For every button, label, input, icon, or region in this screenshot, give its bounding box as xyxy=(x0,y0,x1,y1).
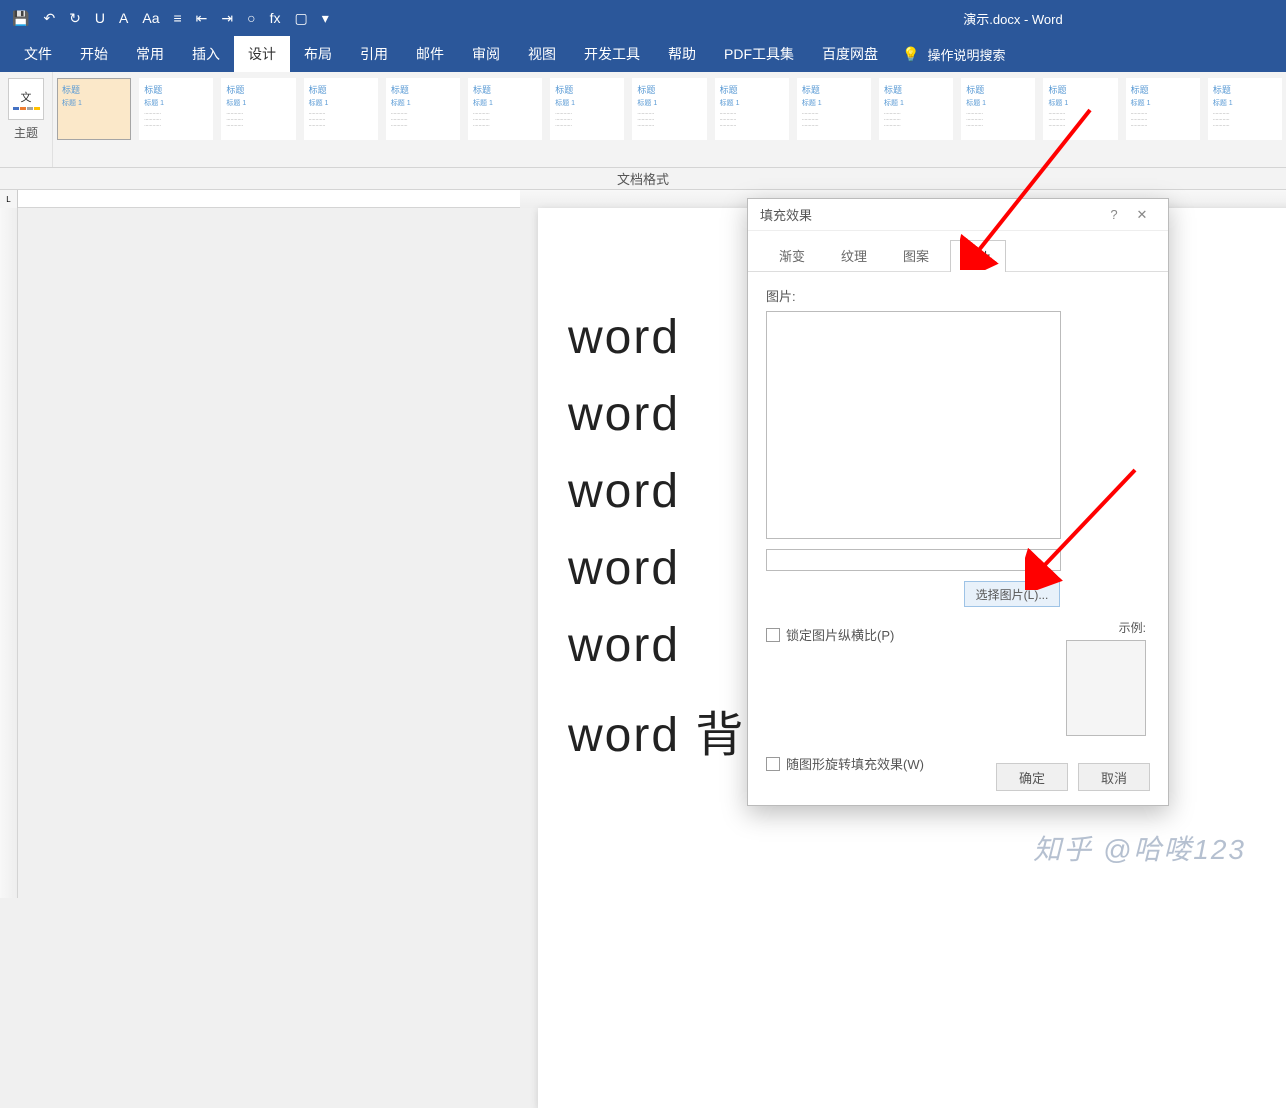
indent-icon[interactable]: ⇥ xyxy=(221,10,233,27)
tab-baidu[interactable]: 百度网盘 xyxy=(808,36,892,72)
picture-name-field[interactable] xyxy=(766,549,1061,571)
dialog-tab-texture[interactable]: 纹理 xyxy=(826,239,882,271)
style-thumb[interactable]: 标题标题 1..................................… xyxy=(879,78,953,140)
style-thumb[interactable]: 标题标题 1..................................… xyxy=(139,78,213,140)
tell-me-search[interactable]: 💡 操作说明搜索 xyxy=(902,36,1005,72)
cancel-button[interactable]: 取消 xyxy=(1078,763,1150,791)
style-thumb[interactable]: 标题标题 1..................................… xyxy=(468,78,542,140)
vertical-ruler[interactable] xyxy=(0,208,18,898)
dialog-tabs: 渐变 纹理 图案 图片 xyxy=(748,231,1168,272)
ruler-corner: L xyxy=(0,190,18,208)
checkbox-icon[interactable] xyxy=(766,757,780,771)
underline-icon[interactable]: U xyxy=(95,10,105,26)
watermark-text: 知乎 @哈喽123 xyxy=(1033,828,1246,868)
tab-review[interactable]: 审阅 xyxy=(458,36,514,72)
dialog-tab-picture[interactable]: 图片 xyxy=(950,240,1006,272)
tab-home[interactable]: 开始 xyxy=(66,36,122,72)
change-case-icon[interactable]: Aa xyxy=(142,10,159,26)
style-thumb[interactable]: 标题标题 1..................................… xyxy=(386,78,460,140)
quick-access-toolbar: 💾 ↶ ↻ U A Aa ≡ ⇤ ⇥ ○ fx ▢ ▾ xyxy=(0,10,341,27)
style-thumb-selected[interactable]: 标题 标题 1 xyxy=(57,78,131,140)
picture-preview-box xyxy=(766,311,1061,539)
dialog-footer: 确定 取消 xyxy=(996,763,1150,791)
sample-label: 示例: xyxy=(1066,619,1146,636)
dialog-close-button[interactable]: ✕ xyxy=(1128,207,1156,223)
tab-file[interactable]: 文件 xyxy=(10,36,66,72)
dialog-tab-pattern[interactable]: 图案 xyxy=(888,239,944,271)
document-styles-gallery[interactable]: 标题 标题 1 标题标题 1..........................… xyxy=(53,72,1286,167)
tab-developer[interactable]: 开发工具 xyxy=(570,36,654,72)
tab-pdf[interactable]: PDF工具集 xyxy=(710,36,808,72)
dialog-tab-gradient[interactable]: 渐变 xyxy=(764,239,820,271)
ribbon-content: 文 主题 标题 标题 1 标题标题 1.....................… xyxy=(0,72,1286,168)
style-thumb[interactable]: 标题标题 1..................................… xyxy=(304,78,378,140)
fill-effects-dialog: 填充效果 ? ✕ 渐变 纹理 图案 图片 图片: 选择图片(L)... 锁定图片… xyxy=(747,198,1169,806)
style-thumb[interactable]: 标题标题 1..................................… xyxy=(550,78,624,140)
tab-references[interactable]: 引用 xyxy=(346,36,402,72)
style-thumb[interactable]: 标题标题 1..................................… xyxy=(632,78,706,140)
style-thumb[interactable]: 标题标题 1..................................… xyxy=(1043,78,1117,140)
font-color-icon[interactable]: A xyxy=(119,10,128,26)
style-thumb[interactable]: 标题标题 1..................................… xyxy=(715,78,789,140)
dialog-body: 图片: 选择图片(L)... 锁定图片纵横比(P) 示例: 随图形旋转填充效果(… xyxy=(748,272,1168,787)
style-thumb[interactable]: 标题标题 1..................................… xyxy=(1208,78,1282,140)
style-thumb[interactable]: 标题标题 1..................................… xyxy=(1126,78,1200,140)
tab-mail[interactable]: 邮件 xyxy=(402,36,458,72)
sample-preview-box xyxy=(1066,640,1146,736)
select-picture-button[interactable]: 选择图片(L)... xyxy=(964,581,1060,607)
tab-insert[interactable]: 插入 xyxy=(178,36,234,72)
style-thumb[interactable]: 标题标题 1..................................… xyxy=(221,78,295,140)
ribbon-tabs: 文件 开始 常用 插入 设计 布局 引用 邮件 审阅 视图 开发工具 帮助 PD… xyxy=(0,36,1286,72)
save-icon[interactable]: 💾 xyxy=(12,10,29,27)
themes-label: 主题 xyxy=(8,124,44,141)
tab-view[interactable]: 视图 xyxy=(514,36,570,72)
dialog-help-button[interactable]: ? xyxy=(1100,207,1128,222)
tab-design[interactable]: 设计 xyxy=(234,36,290,72)
title-bar: 💾 ↶ ↻ U A Aa ≡ ⇤ ⇥ ○ fx ▢ ▾ 演示.docx - Wo… xyxy=(0,0,1286,36)
list-icon[interactable]: ≡ xyxy=(174,10,182,26)
style-thumb[interactable]: 标题标题 1..................................… xyxy=(797,78,871,140)
tab-common[interactable]: 常用 xyxy=(122,36,178,72)
style-thumb[interactable]: 标题标题 1..................................… xyxy=(961,78,1035,140)
undo-icon[interactable]: ↶ xyxy=(43,10,55,27)
qat-more-icon[interactable]: ▾ xyxy=(322,10,329,27)
rotate-with-shape-label: 随图形旋转填充效果(W) xyxy=(786,754,924,773)
tab-help[interactable]: 帮助 xyxy=(654,36,710,72)
ok-button[interactable]: 确定 xyxy=(996,763,1068,791)
dialog-title-text: 填充效果 xyxy=(760,205,812,224)
bulb-icon: 💡 xyxy=(902,46,919,63)
lock-aspect-ratio-label: 锁定图片纵横比(P) xyxy=(786,625,894,644)
dialog-titlebar[interactable]: 填充效果 ? ✕ xyxy=(748,199,1168,231)
shape-icon[interactable]: ○ xyxy=(247,10,255,26)
themes-group: 文 主题 xyxy=(0,72,53,167)
redo-icon[interactable]: ↻ xyxy=(69,10,81,27)
tab-layout[interactable]: 布局 xyxy=(290,36,346,72)
formula-icon[interactable]: fx xyxy=(270,10,281,26)
outdent-icon[interactable]: ⇤ xyxy=(196,10,208,27)
theme-swatch[interactable]: 文 xyxy=(8,78,44,120)
document-format-label: 文档格式 xyxy=(0,168,1286,190)
object-icon[interactable]: ▢ xyxy=(295,10,308,27)
sample-area: 示例: xyxy=(1066,619,1146,736)
checkbox-icon[interactable] xyxy=(766,628,780,642)
picture-label: 图片: xyxy=(766,286,1150,305)
